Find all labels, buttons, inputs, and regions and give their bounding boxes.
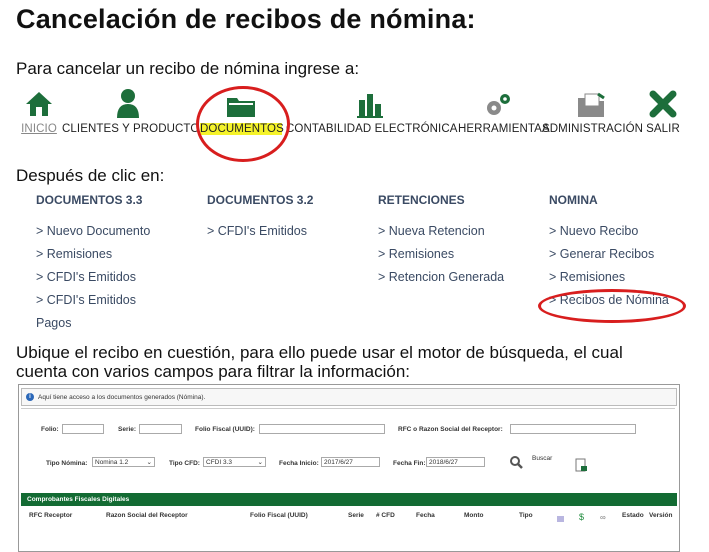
menu-item-pagos[interactable]: Pagos xyxy=(36,316,196,339)
download-icon: $ xyxy=(579,512,585,522)
nav-clientes[interactable]: CLIENTES Y PRODUCTOS xyxy=(62,88,208,140)
menu-item-remisiones[interactable]: > Remisiones xyxy=(36,247,196,270)
gears-icon xyxy=(458,88,538,118)
column-header: Serie xyxy=(348,512,364,519)
column-header: RFC Receptor xyxy=(29,512,73,519)
menu-documentos-33: DOCUMENTOS 3.3 > Nuevo Documento > Remis… xyxy=(36,193,196,339)
tipo-cfd-select[interactable]: CFDI 3.3 ⌄ xyxy=(203,457,266,467)
column-header: Versión xyxy=(649,512,673,519)
serie-input[interactable] xyxy=(139,424,182,434)
uuid-label: Folio Fiscal (UUID): xyxy=(195,426,255,433)
menu-nomina: NOMINA > Nuevo Recibo > Generar Recibos … xyxy=(549,193,709,316)
menu-item-nuevo-documento[interactable]: > Nuevo Documento xyxy=(36,224,196,247)
menu-header: NOMINA xyxy=(549,193,598,207)
locate-line-2: cuenta con varios campos para filtrar la… xyxy=(16,362,411,381)
column-header: Monto xyxy=(464,512,484,519)
info-banner: i Aquí tiene acceso a los documentos gen… xyxy=(21,388,677,406)
admin-folder-icon xyxy=(542,88,640,118)
search-screenshot: i Aquí tiene acceso a los documentos gen… xyxy=(18,384,680,552)
folder-icon xyxy=(200,88,282,118)
fecha-fin-input[interactable]: 2018/6/27 xyxy=(426,457,485,467)
fecha-inicio-input[interactable]: 2017/6/27 xyxy=(321,457,380,467)
column-header: Folio Fiscal (UUID) xyxy=(250,512,308,519)
tipo-cfd-value: CFDI 3.3 xyxy=(206,459,233,466)
folio-input[interactable] xyxy=(62,424,104,434)
close-x-icon xyxy=(644,88,682,118)
bar-chart-icon xyxy=(286,88,454,118)
rfc-input[interactable] xyxy=(510,424,636,434)
search-icon[interactable] xyxy=(509,455,523,471)
page-title: Cancelación de recibos de nómina: xyxy=(16,4,476,34)
info-icon: i xyxy=(26,393,34,401)
column-header: Razon Social del Receptor xyxy=(106,512,188,519)
nav-clientes-label: CLIENTES Y PRODUCTOS xyxy=(62,123,208,135)
serie-label: Serie: xyxy=(118,426,137,433)
nav-salir[interactable]: SALIR xyxy=(644,88,682,140)
menu-item-nuevo-recibo[interactable]: > Nuevo Recibo xyxy=(549,224,709,247)
menu-item-remisiones[interactable]: > Remisiones xyxy=(378,247,538,270)
info-text: Aquí tiene acceso a los documentos gener… xyxy=(38,393,206,401)
nav-administracion[interactable]: ADMINISTRACIÓN xyxy=(542,88,644,140)
menu-item-cfdi-emitidos[interactable]: > CFDI's Emitidos xyxy=(207,224,367,247)
nav-administracion-label: ADMINISTRACIÓN xyxy=(542,123,644,135)
menu-item-generar-recibos[interactable]: > Generar Recibos xyxy=(549,247,709,270)
tipo-nomina-select[interactable]: Nomina 1.2 ⌄ xyxy=(92,457,155,467)
column-header: Tipo xyxy=(519,512,533,519)
nav-documentos[interactable]: DOCUMENTOS xyxy=(200,88,284,140)
menu-header: DOCUMENTOS 3.2 xyxy=(207,193,314,207)
menu-header: DOCUMENTOS 3.3 xyxy=(36,193,143,207)
nav-inicio[interactable]: INICIO xyxy=(20,88,58,140)
menu-item-remisiones[interactable]: > Remisiones xyxy=(549,270,709,293)
menu-header: RETENCIONES xyxy=(378,193,465,207)
menu-item-recibos-de-nomina[interactable]: > Recibos de Nómina xyxy=(549,293,709,316)
menu-item-retencion-generada[interactable]: > Retencion Generada xyxy=(378,270,538,293)
intro-text: Para cancelar un recibo de nómina ingres… xyxy=(16,59,360,78)
divider xyxy=(21,408,675,409)
rfc-label: RFC o Razon Social del Receptor: xyxy=(398,426,503,433)
tipo-nomina-label: Tipo Nómina: xyxy=(46,460,88,467)
folio-label: Folio: xyxy=(41,426,59,433)
fecha-fin-label: Fecha Fin: xyxy=(393,460,426,467)
excel-export-icon[interactable] xyxy=(575,458,587,474)
fecha-inicio-label: Fecha Inicio: xyxy=(279,460,319,467)
link-icon: ∞ xyxy=(600,513,606,522)
home-icon xyxy=(20,88,58,118)
uuid-input[interactable] xyxy=(259,424,385,434)
nav-inicio-label: INICIO xyxy=(21,123,57,135)
column-header: Fecha xyxy=(416,512,435,519)
column-header: Estado xyxy=(622,512,644,519)
menu-item-cfdi-emitidos[interactable]: > CFDI's Emitidos xyxy=(36,270,196,293)
tipo-nomina-value: Nomina 1.2 xyxy=(95,459,129,466)
menu-item-cfdi-emitidos-2[interactable]: > CFDI's Emitidos xyxy=(36,293,196,316)
chevron-down-icon: ⌄ xyxy=(257,459,263,466)
locate-line-1: Ubique el recibo en cuestión, para ello … xyxy=(16,343,623,362)
nav-documentos-label: DOCUMENTOS xyxy=(200,123,284,135)
menu-item-nueva-retencion[interactable]: > Nueva Retencion xyxy=(378,224,538,247)
nav-contabilidad[interactable]: CONTABILIDAD ELECTRÓNICA xyxy=(286,88,458,140)
tipo-cfd-label: Tipo CFD: xyxy=(169,460,200,467)
user-icon xyxy=(62,88,194,118)
buscar-label[interactable]: Buscar xyxy=(532,455,552,462)
nav-contabilidad-label: CONTABILIDAD ELECTRÓNICA xyxy=(286,123,458,135)
menu-retenciones: RETENCIONES > Nueva Retencion > Remision… xyxy=(378,193,538,293)
results-header-bar: Comprobantes Fiscales Digitales xyxy=(21,493,677,506)
chevron-down-icon: ⌄ xyxy=(146,459,152,466)
main-nav: INICIO CLIENTES Y PRODUCTOS DOCUMENTOS C… xyxy=(16,88,706,140)
nav-herramientas-label: HERRAMIENTAS xyxy=(458,123,550,135)
then-text: Después de clic en: xyxy=(16,166,165,185)
menu-documentos-32: DOCUMENTOS 3.2 > CFDI's Emitidos xyxy=(207,193,367,247)
column-header: # CFD xyxy=(376,512,395,519)
pdf-icon xyxy=(557,516,564,522)
nav-herramientas[interactable]: HERRAMIENTAS xyxy=(458,88,550,140)
nav-salir-label: SALIR xyxy=(646,123,680,135)
